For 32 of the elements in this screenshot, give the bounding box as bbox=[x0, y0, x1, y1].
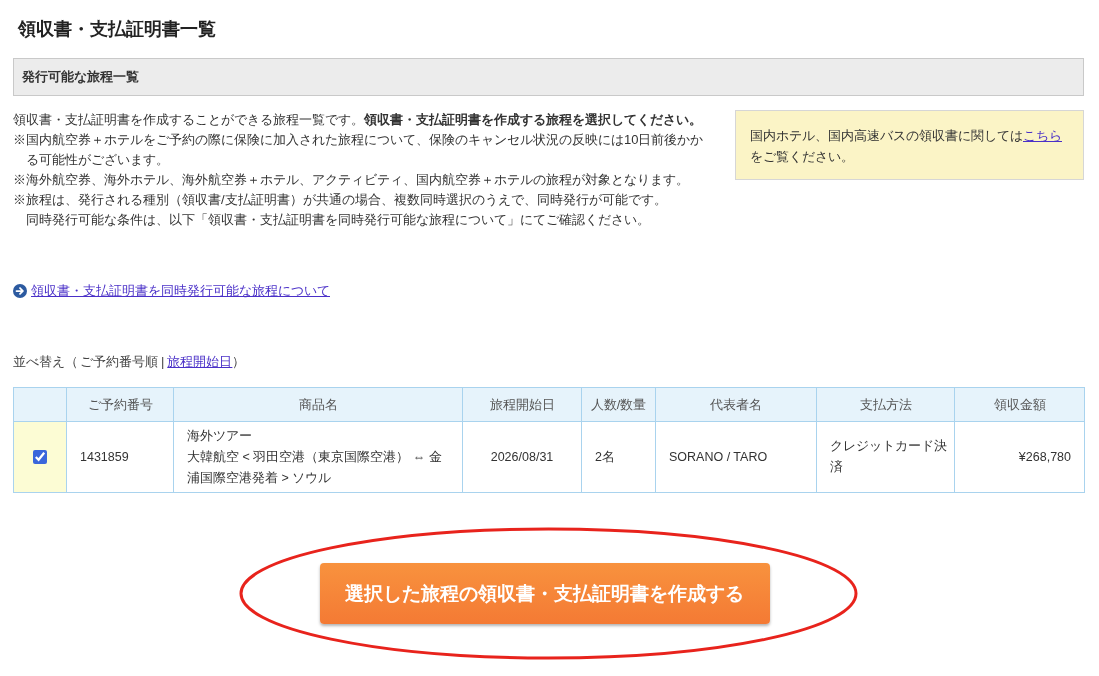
table-cell: ¥268,780 bbox=[954, 421, 1085, 493]
product-text: 海外ツアー bbox=[187, 427, 253, 445]
table-cell: SORANO / TARO bbox=[655, 421, 817, 493]
bracket-text: ） bbox=[232, 354, 246, 369]
sort-option: ご予約番号順 bbox=[80, 354, 158, 369]
page-title: 領収書・支払証明書一覧 bbox=[18, 18, 217, 41]
column-header: 支払方法 bbox=[816, 387, 955, 422]
here-link[interactable]: こちら bbox=[1023, 128, 1062, 143]
table-cell: 1431859 bbox=[66, 421, 174, 493]
column-header: 旅程開始日 bbox=[462, 387, 582, 422]
notice-text: 国内ホテル、国内高速バスの領収書に関してはこちら をご覧ください。 bbox=[750, 127, 1063, 166]
column-header: ご予約番号 bbox=[66, 387, 174, 422]
column-header: 人数/数量 bbox=[581, 387, 656, 422]
table-cell: 2026/08/31 bbox=[462, 421, 582, 493]
note-text: ※旅程は、発行される種別（領収書/支払証明書）が共通の場合、複数同時選択のうえで、同時発行が可能です。 bbox=[13, 191, 668, 209]
column-header: 商品名 bbox=[173, 387, 463, 422]
related-link[interactable]: 領収書・支払証明書を同時発行可能な旅程について bbox=[13, 282, 330, 300]
note-text: ※国内航空券＋ホテルをご予約の際に保険に加入された旅程について、保険のキャンセル状況の反映には10日前後かかる可能性がございます。 bbox=[13, 131, 705, 169]
row-checkbox[interactable] bbox=[33, 450, 47, 465]
note-text: 同時発行可能な条件は、以下「領収書・支払証明書を同時発行可能な旅程について」にてご確認ください。 bbox=[25, 211, 651, 229]
sort-label: 並べ替え（ bbox=[13, 354, 78, 369]
sort-link[interactable]: 旅程開始日 bbox=[167, 354, 233, 369]
table-cell: 2名 bbox=[581, 421, 656, 493]
separator-text: | bbox=[161, 354, 165, 369]
table-cell: クレジットカード決済 bbox=[816, 421, 955, 493]
product-text: 大韓航空 < 羽田空港（東京国際空港） ⇔ 金浦国際空港発着 > ソウル bbox=[187, 448, 443, 487]
column-header: 領収金額 bbox=[954, 387, 1085, 422]
section-header: 発行可能な旅程一覧 bbox=[13, 58, 1084, 96]
note-text: ※海外航空券、海外ホテル、海外航空券＋ホテル、アクティビティ、国内航空券＋ホテルの旅程が対象となります。 bbox=[13, 171, 690, 189]
column-header: 代表者名 bbox=[655, 387, 817, 422]
intro-text: 領収書・支払証明書を作成することができる旅程一覧です。領収書・支払証明書を作成する旅程を選択してください。 bbox=[13, 111, 703, 129]
arrow-circle-icon bbox=[13, 284, 27, 298]
